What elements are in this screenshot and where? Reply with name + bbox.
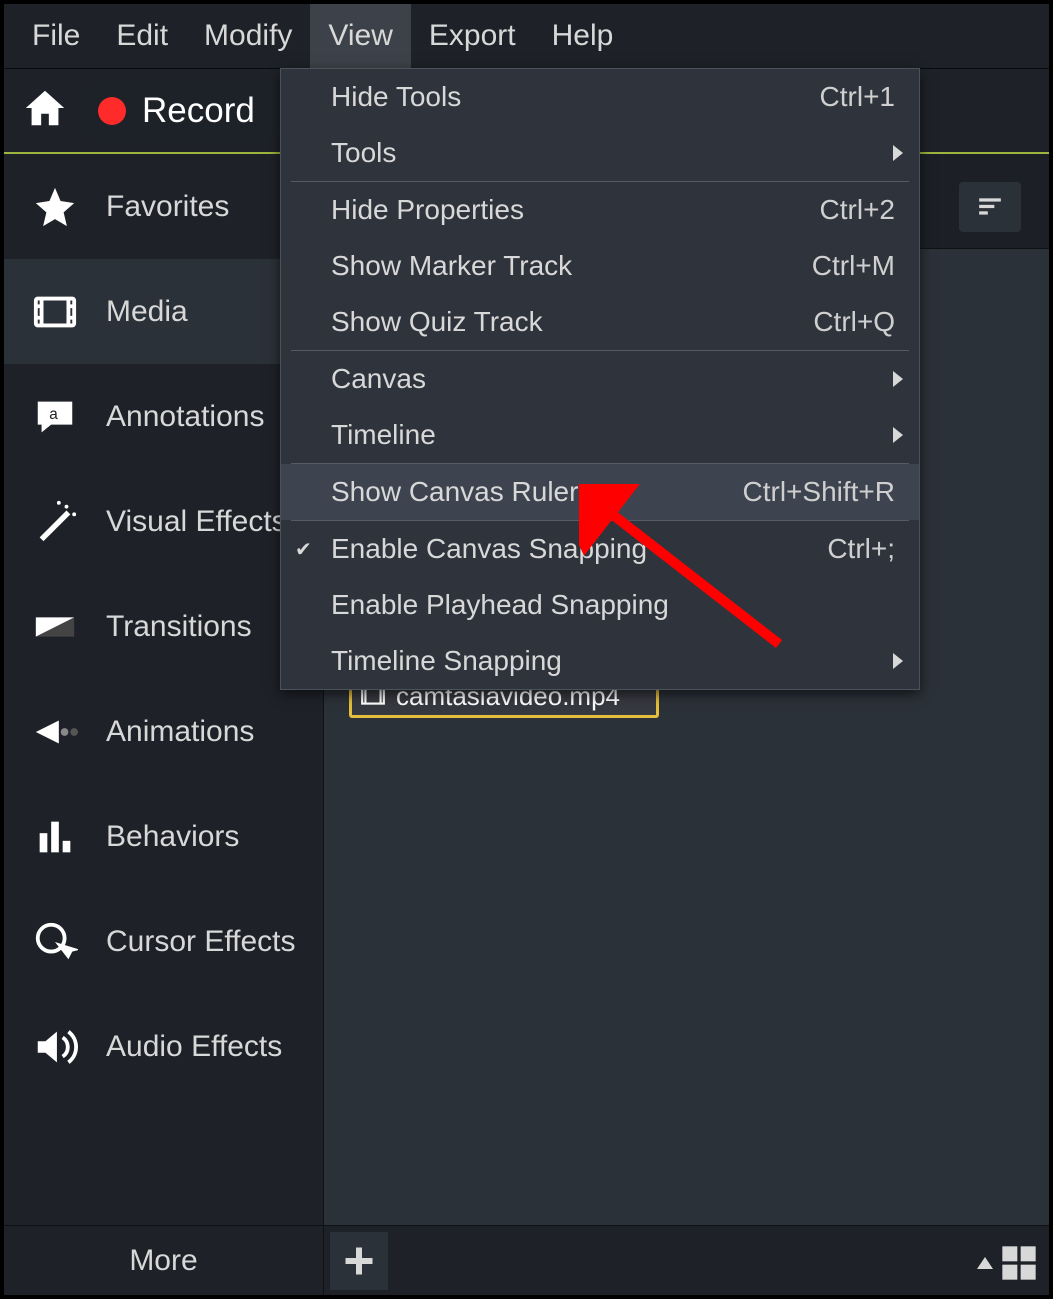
- sidebar-item-behaviors[interactable]: Behaviors: [4, 784, 323, 889]
- menu-item-label: Enable Playhead Snapping: [331, 589, 669, 621]
- menu-item-shortcut: Ctrl+Q: [813, 306, 895, 338]
- transitions-icon: [30, 602, 80, 652]
- sidebar-item-label: Audio Effects: [106, 1030, 282, 1064]
- home-icon[interactable]: [22, 85, 68, 136]
- menubar: File Edit Modify View Export Help: [4, 4, 1049, 69]
- sidebar: Favorites Media a Annotations Visual Eff…: [4, 154, 324, 1295]
- menu-view[interactable]: View: [310, 4, 410, 68]
- menu-item-label: Show Quiz Track: [331, 306, 543, 338]
- menu-item-shortcut: Ctrl+1: [820, 81, 895, 113]
- sidebar-more[interactable]: More: [4, 1225, 323, 1295]
- view-menu-item[interactable]: Show Quiz Track Ctrl+Q: [281, 294, 919, 350]
- wand-icon: [30, 497, 80, 547]
- sidebar-item-animations[interactable]: Animations: [4, 679, 323, 784]
- grid-view-icon[interactable]: [999, 1243, 1039, 1283]
- view-menu-item[interactable]: Enable Playhead Snapping: [281, 577, 919, 633]
- sidebar-item-label: Annotations: [106, 400, 264, 434]
- sidebar-item-label: Cursor Effects: [106, 925, 296, 959]
- view-menu-item[interactable]: Show Canvas Ruler Ctrl+Shift+R: [281, 464, 919, 520]
- menu-file[interactable]: File: [14, 4, 98, 68]
- svg-text:a: a: [49, 405, 58, 422]
- view-menu-item[interactable]: Hide Tools Ctrl+1: [281, 69, 919, 125]
- submenu-arrow-icon: [893, 371, 903, 387]
- menu-item-label: Timeline: [331, 419, 436, 451]
- record-label: Record: [142, 91, 255, 131]
- menu-item-label: Show Marker Track: [331, 250, 572, 282]
- sort-button[interactable]: [959, 182, 1021, 232]
- menu-modify[interactable]: Modify: [186, 4, 310, 68]
- animations-icon: [30, 707, 80, 757]
- menu-item-label: Canvas: [331, 363, 426, 395]
- sidebar-item-annotations[interactable]: a Annotations: [4, 364, 323, 469]
- sidebar-item-label: Visual Effects: [106, 505, 287, 539]
- add-button[interactable]: [330, 1232, 388, 1290]
- view-menu-item[interactable]: Tools: [281, 125, 919, 181]
- expand-up-icon[interactable]: [977, 1257, 993, 1269]
- view-menu-item[interactable]: Timeline: [281, 407, 919, 463]
- menu-help[interactable]: Help: [534, 4, 632, 68]
- view-menu-item[interactable]: ✔ Enable Canvas Snapping Ctrl+;: [281, 521, 919, 577]
- menu-item-label: Hide Tools: [331, 81, 461, 113]
- view-dropdown: Hide Tools Ctrl+1 Tools Hide Properties Ctrl…: [280, 68, 920, 690]
- media-icon: [30, 287, 80, 337]
- menu-item-label: Show Canvas Ruler: [331, 476, 578, 508]
- sidebar-item-visual-effects[interactable]: Visual Effects: [4, 469, 323, 574]
- sidebar-item-transitions[interactable]: Transitions: [4, 574, 323, 679]
- annotations-icon: a: [30, 392, 80, 442]
- sidebar-item-label: Behaviors: [106, 820, 239, 854]
- menu-item-label: Timeline Snapping: [331, 645, 562, 677]
- cursor-icon: [30, 917, 80, 967]
- submenu-arrow-icon: [893, 653, 903, 669]
- menu-item-label: Enable Canvas Snapping: [331, 533, 647, 565]
- sidebar-item-label: Favorites: [106, 190, 229, 224]
- bottom-toolbar: [324, 1225, 1049, 1295]
- sidebar-item-favorites[interactable]: Favorites: [4, 154, 323, 259]
- view-menu-item[interactable]: Show Marker Track Ctrl+M: [281, 238, 919, 294]
- view-menu-item[interactable]: Canvas: [281, 351, 919, 407]
- sidebar-item-label: Media: [106, 295, 188, 329]
- menu-item-shortcut: Ctrl+2: [820, 194, 895, 226]
- view-menu-item[interactable]: Hide Properties Ctrl+2: [281, 182, 919, 238]
- sidebar-item-label: Animations: [106, 715, 254, 749]
- sidebar-item-cursor-effects[interactable]: Cursor Effects: [4, 889, 323, 994]
- record-button[interactable]: Record: [84, 81, 285, 141]
- submenu-arrow-icon: [893, 145, 903, 161]
- behaviors-icon: [30, 812, 80, 862]
- menu-edit[interactable]: Edit: [98, 4, 186, 68]
- check-icon: ✔: [295, 537, 312, 562]
- star-icon: [30, 182, 80, 232]
- menu-export[interactable]: Export: [411, 4, 534, 68]
- menu-item-shortcut: Ctrl+;: [827, 533, 895, 565]
- menu-item-label: Tools: [331, 137, 396, 169]
- record-dot-icon: [98, 97, 126, 125]
- sidebar-item-label: Transitions: [106, 610, 252, 644]
- view-menu-item[interactable]: Timeline Snapping: [281, 633, 919, 689]
- audio-icon: [30, 1022, 80, 1072]
- menu-item-shortcut: Ctrl+Shift+R: [743, 476, 896, 508]
- sidebar-item-audio-effects[interactable]: Audio Effects: [4, 994, 323, 1099]
- menu-item-shortcut: Ctrl+M: [812, 250, 895, 282]
- submenu-arrow-icon: [893, 427, 903, 443]
- sidebar-item-media[interactable]: Media: [4, 259, 323, 364]
- menu-item-label: Hide Properties: [331, 194, 524, 226]
